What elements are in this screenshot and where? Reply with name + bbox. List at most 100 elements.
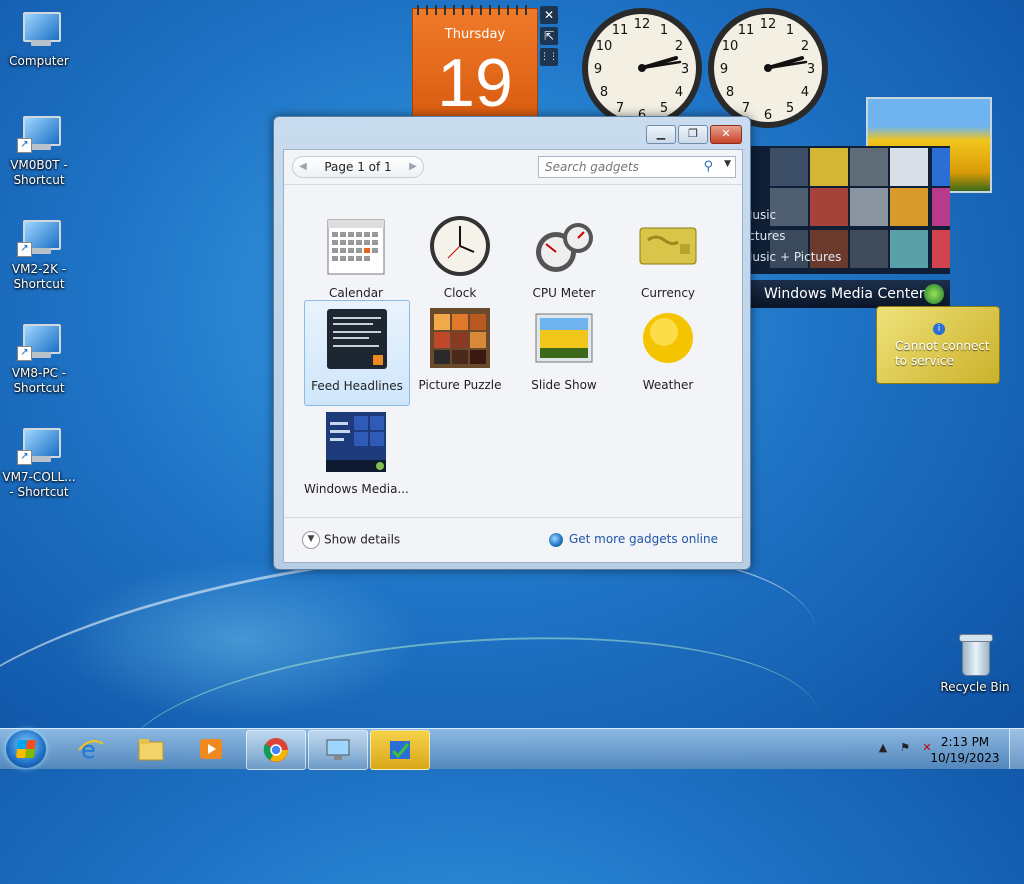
desktop-icon-vm0b0t[interactable]: ↗ VM0B0T - Shortcut bbox=[1, 116, 77, 188]
get-more-gadgets-label: Get more gadgets online bbox=[568, 532, 718, 546]
picture-puzzle-icon bbox=[430, 308, 490, 368]
svg-text:12: 12 bbox=[634, 17, 651, 32]
gadget-item-picture-puzzle[interactable]: Picture Puzzle bbox=[408, 300, 512, 404]
currency-message-line: to service bbox=[895, 354, 954, 368]
taskbar-gadgets[interactable] bbox=[370, 730, 430, 770]
taskbar-internet-explorer[interactable]: e bbox=[62, 730, 120, 768]
desktop-icon-label: VM8-PC - Shortcut bbox=[11, 366, 67, 395]
taskbar-chrome[interactable] bbox=[246, 730, 306, 770]
gadget-name: Feed Headlines bbox=[311, 379, 403, 393]
gadget-item-windows-media-center[interactable]: Windows Media... bbox=[304, 404, 409, 508]
desktop-icon-label: Computer bbox=[9, 54, 69, 68]
svg-text:3: 3 bbox=[681, 62, 689, 77]
close-icon[interactable]: ✕ bbox=[540, 6, 558, 24]
folder-icon bbox=[138, 739, 164, 761]
clock-tray[interactable]: 2:13 PM 10/19/2023 bbox=[930, 734, 1000, 766]
slide-show-icon bbox=[535, 313, 593, 363]
pager-label: Page 1 of 1 bbox=[324, 160, 392, 174]
desktop-icon-vm2-2k[interactable]: ↗ VM2-2K - Shortcut bbox=[1, 220, 77, 292]
media-center-item[interactable]: Music + Pictures bbox=[750, 250, 841, 264]
svg-text:8: 8 bbox=[600, 85, 608, 100]
show-desktop-button[interactable] bbox=[1009, 729, 1024, 769]
gadget-item-feed-headlines[interactable]: Feed Headlines bbox=[304, 300, 410, 406]
close-button[interactable]: ✕ bbox=[710, 125, 742, 144]
taskbar-media-player[interactable] bbox=[182, 730, 240, 768]
chevron-down-icon[interactable]: ▼ bbox=[724, 159, 731, 169]
currency-gadget[interactable]: i Cannot connect to service bbox=[876, 306, 1000, 384]
start-button[interactable] bbox=[6, 730, 46, 768]
search-icon[interactable]: ⚲ bbox=[703, 159, 713, 174]
desktop-icon-label: VM7-COLL... - Shortcut bbox=[2, 470, 76, 499]
desktop-icon-vm8-pc[interactable]: ↗ VM8-PC - Shortcut bbox=[1, 324, 77, 396]
get-more-gadgets-link[interactable]: Get more gadgets online bbox=[548, 532, 718, 547]
drag-handle-icon[interactable]: ⋮⋮ bbox=[540, 48, 558, 66]
media-center-gadget[interactable]: Music Pictures Music + Pictures bbox=[750, 146, 950, 274]
svg-text:11: 11 bbox=[612, 23, 629, 38]
currency-icon bbox=[639, 227, 697, 265]
internet-explorer-icon: e bbox=[78, 736, 104, 762]
windows-orb-icon bbox=[924, 284, 944, 304]
gadget-name: Currency bbox=[640, 286, 696, 300]
gadget-item-calendar[interactable]: Calendar bbox=[304, 208, 408, 312]
calendar-date: 19 bbox=[437, 45, 513, 121]
desktop-icon-computer[interactable]: Computer bbox=[1, 12, 77, 69]
gadget-item-weather[interactable]: Weather bbox=[616, 300, 720, 404]
svg-text:9: 9 bbox=[594, 62, 602, 77]
next-page-icon[interactable]: ▶ bbox=[405, 159, 421, 175]
svg-text:6: 6 bbox=[764, 108, 772, 123]
calendar-gadget[interactable]: Thursday 19 bbox=[412, 5, 538, 122]
chrome-icon bbox=[263, 738, 288, 762]
media-player-icon bbox=[200, 739, 222, 759]
svg-text:7: 7 bbox=[742, 101, 750, 116]
gadget-name: Picture Puzzle bbox=[418, 378, 502, 392]
svg-text:4: 4 bbox=[675, 85, 683, 100]
svg-text:10: 10 bbox=[596, 39, 613, 54]
weather-icon bbox=[643, 313, 693, 363]
computer-icon: ↗ bbox=[17, 220, 61, 258]
gadget-item-cpu-meter[interactable]: CPU Meter bbox=[512, 208, 616, 312]
action-center-icon[interactable]: ⚑ bbox=[898, 741, 912, 755]
computer-icon bbox=[17, 12, 61, 50]
gadget-name: Calendar bbox=[329, 286, 383, 300]
media-center-icon bbox=[326, 412, 386, 472]
cpu-meter-icon bbox=[536, 223, 593, 272]
gadget-item-slide-show[interactable]: Slide Show bbox=[512, 300, 616, 404]
pager: ◀ Page 1 of 1 ▶ bbox=[292, 156, 424, 178]
media-center-item[interactable]: Music bbox=[750, 208, 776, 222]
window-buttons: ▁ ❐ ✕ bbox=[644, 125, 742, 144]
media-center-item[interactable]: Pictures bbox=[750, 229, 786, 243]
taskbar: e ▲ ⚑ ✕ 2:13 PM 10/19/2023 bbox=[0, 728, 1024, 770]
svg-text:1: 1 bbox=[660, 23, 668, 38]
show-hidden-icons[interactable]: ▲ bbox=[876, 741, 890, 755]
gadget-item-clock[interactable]: Clock bbox=[408, 208, 512, 312]
resize-icon[interactable]: ⇱ bbox=[540, 27, 558, 45]
gallery-footer: ▼ Show details Get more gadgets online bbox=[284, 517, 742, 562]
system-tray: ▲ ⚑ ✕ 2:13 PM 10/19/2023 bbox=[864, 729, 1024, 769]
feed-headlines-icon bbox=[327, 309, 387, 369]
minimize-button[interactable]: ▁ bbox=[646, 125, 676, 144]
gadget-name: Slide Show bbox=[531, 378, 597, 392]
computer-icon: ↗ bbox=[17, 116, 61, 154]
calendar-rings bbox=[417, 5, 533, 15]
computer-icon: ↗ bbox=[17, 428, 61, 466]
clock-gadget[interactable]: 1212 345 678 91011 bbox=[706, 6, 830, 130]
search-input[interactable] bbox=[543, 159, 697, 175]
desktop-icon-vm7-coll[interactable]: ↗ VM7-COLL... - Shortcut bbox=[1, 428, 77, 500]
svg-text:9: 9 bbox=[720, 62, 728, 77]
taskbar-remote-desktop[interactable] bbox=[308, 730, 368, 770]
info-icon: i bbox=[933, 323, 945, 335]
svg-text:12: 12 bbox=[760, 17, 777, 32]
gadget-gallery-window: ▁ ❐ ✕ ◀ Page 1 of 1 ▶ ⚲ ▼ bbox=[273, 116, 751, 570]
desktop-icon-recycle-bin[interactable]: Recycle Bin bbox=[937, 632, 1013, 695]
svg-text:1: 1 bbox=[786, 23, 794, 38]
gadget-item-currency[interactable]: Currency bbox=[616, 208, 720, 312]
restore-button[interactable]: ❐ bbox=[678, 125, 708, 144]
chevron-down-icon: ▼ bbox=[302, 531, 320, 549]
svg-text:4: 4 bbox=[801, 85, 809, 100]
clock-gadget[interactable]: 1212 345 678 91011 bbox=[580, 6, 704, 130]
taskbar-file-explorer[interactable] bbox=[122, 730, 180, 768]
show-details-button[interactable]: ▼ Show details bbox=[302, 531, 400, 549]
svg-text:e: e bbox=[81, 736, 96, 762]
media-center-brand: Windows Media Center bbox=[750, 280, 950, 308]
gadgets-app-icon bbox=[390, 741, 410, 759]
